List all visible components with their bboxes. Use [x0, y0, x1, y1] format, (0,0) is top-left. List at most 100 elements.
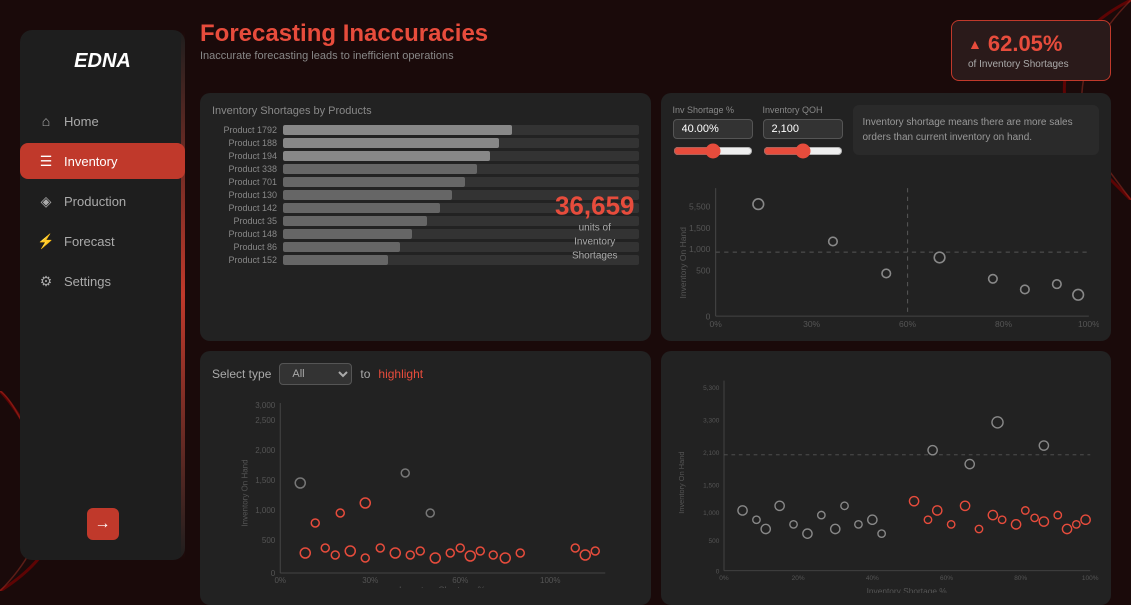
inv-shortage-slider[interactable]: [673, 143, 753, 159]
svg-text:5,300: 5,300: [703, 385, 720, 392]
bar-row: Product 1792: [212, 125, 639, 135]
svg-text:500: 500: [708, 538, 719, 545]
bar-fill: [283, 203, 440, 213]
bar-fill: [283, 229, 412, 239]
svg-text:100%: 100%: [1077, 319, 1099, 329]
alert-icon: ▲: [968, 36, 982, 52]
dashboard-grid: Inventory Shortages by Products Product …: [200, 93, 1111, 605]
info-box: Inventory shortage means there are more …: [853, 105, 1100, 155]
bar-fill: [283, 242, 400, 252]
bar-track: [283, 151, 639, 161]
bar-fill: [283, 164, 477, 174]
bar-label: Product 1792: [212, 125, 277, 135]
svg-text:60%: 60%: [899, 319, 916, 329]
bar-row: Product 701: [212, 177, 639, 187]
svg-text:80%: 80%: [1014, 575, 1027, 582]
svg-text:2,100: 2,100: [703, 450, 720, 457]
bar-track: [283, 138, 639, 148]
bar-label: Product 188: [212, 138, 277, 148]
alert-card: ▲ 62.05% of Inventory Shortages: [951, 20, 1111, 81]
bar-chart-title: Inventory Shortages by Products: [212, 105, 639, 117]
type-select[interactable]: All Type A Type B: [279, 363, 352, 385]
bar-label: Product 701: [212, 177, 277, 187]
bar-label: Product 142: [212, 203, 277, 213]
alert-label: of Inventory Shortages: [968, 59, 1069, 70]
title-plain: Forecasting: [200, 20, 343, 47]
svg-text:2,500: 2,500: [255, 416, 276, 425]
svg-text:3,300: 3,300: [703, 418, 720, 425]
sidebar-label-production: Production: [64, 194, 126, 209]
bar-chart-panel: Inventory Shortages by Products Product …: [200, 93, 651, 341]
big-scatter-svg: 0 500 1,000 1,500 2,100 3,300 5,300 0% 2…: [673, 363, 1100, 593]
svg-text:100%: 100%: [1081, 575, 1098, 582]
svg-text:1,500: 1,500: [689, 223, 711, 233]
main-content: Forecasting Inaccuracies Inaccurate fore…: [200, 20, 1111, 571]
bar-fill: [283, 177, 465, 187]
svg-text:40%: 40%: [865, 575, 878, 582]
svg-text:1,000: 1,000: [689, 244, 711, 254]
highlight-label: highlight: [378, 367, 423, 381]
select-scatter-svg: 0 500 1,000 1,500 2,000 2,500 3,000 0% 3…: [212, 393, 639, 588]
home-icon: ⌂: [38, 113, 54, 129]
inv-shortage-label: Inv Shortage %: [673, 105, 753, 115]
bar-label: Product 130: [212, 190, 277, 200]
svg-text:0%: 0%: [719, 575, 729, 582]
svg-text:1,000: 1,000: [703, 510, 720, 517]
sidebar-item-production[interactable]: ◈ Production: [20, 183, 185, 219]
alert-percent: ▲ 62.05%: [968, 31, 1062, 57]
bar-row: Product 338: [212, 164, 639, 174]
svg-text:1,500: 1,500: [255, 476, 276, 485]
page-subtitle: Inaccurate forecasting leads to ineffici…: [200, 50, 488, 62]
bar-track: [283, 125, 639, 135]
svg-text:80%: 80%: [995, 319, 1012, 329]
bar-fill: [283, 125, 512, 135]
bar-row: Product 188: [212, 138, 639, 148]
settings-icon: ⚙: [38, 273, 54, 289]
svg-text:30%: 30%: [362, 576, 378, 585]
scatter-top-panel: Inv Shortage % Inventory QOH Inventory s…: [661, 93, 1112, 341]
sidebar-item-home[interactable]: ⌂ Home: [20, 103, 185, 139]
bar-label: Product 35: [212, 216, 277, 226]
svg-text:60%: 60%: [452, 576, 468, 585]
svg-text:3,000: 3,000: [255, 401, 276, 410]
bar-track: [283, 164, 639, 174]
sidebar-label-forecast: Forecast: [64, 234, 115, 249]
sidebar-item-inventory[interactable]: ☰ Inventory: [20, 143, 185, 179]
svg-text:2,000: 2,000: [255, 446, 276, 455]
header: Forecasting Inaccuracies Inaccurate fore…: [200, 20, 1111, 81]
title-highlight: Inaccuracies: [343, 20, 488, 47]
forecast-icon: ⚡: [38, 233, 54, 249]
app-logo: EDNA: [74, 50, 131, 73]
inventory-qoh-input[interactable]: [763, 119, 843, 139]
sidebar-divider: [181, 30, 185, 560]
bar-fill: [283, 255, 388, 265]
svg-text:30%: 30%: [803, 319, 820, 329]
sidebar: EDNA ⌂ Home ☰ Inventory ◈ Production ⚡ F…: [20, 30, 185, 560]
inventory-icon: ☰: [38, 153, 54, 169]
bar-label: Product 194: [212, 151, 277, 161]
stat-label: units ofInventoryShortages: [555, 222, 635, 264]
svg-text:Inventory Shortage %: Inventory Shortage %: [866, 586, 947, 593]
svg-text:60%: 60%: [940, 575, 953, 582]
svg-text:Inventory On Hand: Inventory On Hand: [677, 452, 686, 514]
bar-label: Product 152: [212, 255, 277, 265]
stat-number: 36,659: [555, 191, 635, 222]
bar-fill: [283, 216, 427, 226]
stat-overlay: 36,659 units ofInventoryShortages: [555, 191, 635, 264]
scatter-big-panel: 0 500 1,000 1,500 2,100 3,300 5,300 0% 2…: [661, 351, 1112, 605]
bar-fill: [283, 190, 452, 200]
production-icon: ◈: [38, 193, 54, 209]
page-title: Forecasting Inaccuracies: [200, 20, 488, 48]
svg-text:5,500: 5,500: [689, 201, 711, 211]
bar-track: [283, 177, 639, 187]
select-type-label: Select type: [212, 367, 271, 381]
inventory-qoh-slider[interactable]: [763, 143, 843, 159]
logout-button[interactable]: →: [87, 508, 119, 540]
svg-text:20%: 20%: [791, 575, 804, 582]
inv-shortage-control: Inv Shortage %: [673, 105, 753, 159]
sidebar-item-settings[interactable]: ⚙ Settings: [20, 263, 185, 299]
inv-shortage-input[interactable]: [673, 119, 753, 139]
inventory-qoh-control: Inventory QOH: [763, 105, 843, 159]
inventory-qoh-label: Inventory QOH: [763, 105, 843, 115]
sidebar-item-forecast[interactable]: ⚡ Forecast: [20, 223, 185, 259]
